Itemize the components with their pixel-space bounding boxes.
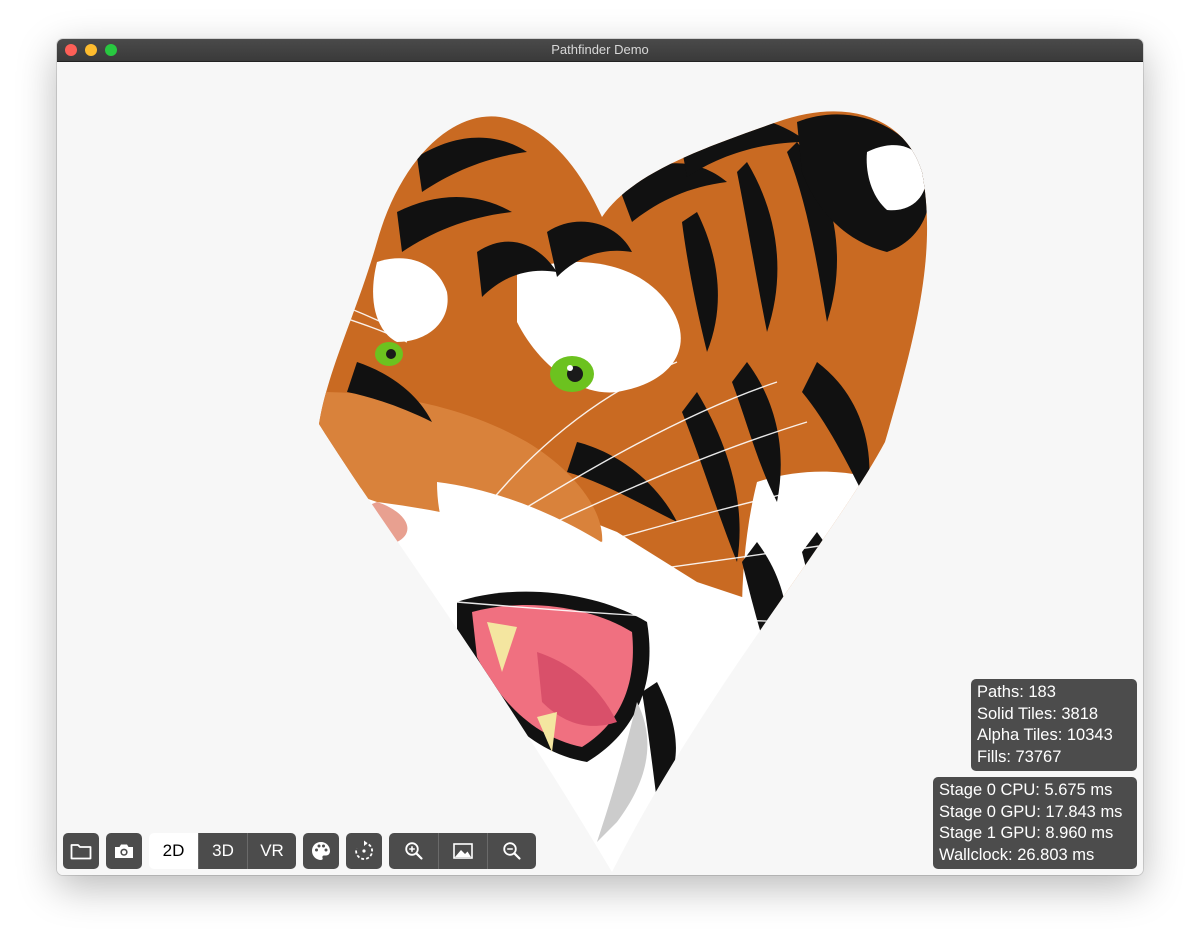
- stat-stage1-gpu: Stage 1 GPU: 8.960 ms: [939, 824, 1114, 842]
- app-window: Pathfinder Demo 2D 3D VR Paths: 183 Soli…: [57, 39, 1143, 875]
- zoom-out-icon: [503, 842, 521, 860]
- zoom-in-button[interactable]: [389, 833, 438, 869]
- zoom-in-icon: [404, 842, 423, 860]
- open-file-button[interactable]: [63, 833, 99, 869]
- palette-icon: [312, 842, 330, 860]
- tab-3d-label: 3D: [212, 841, 234, 860]
- render-canvas[interactable]: 2D 3D VR Paths: 183 Solid Tiles: 3818 Al…: [57, 62, 1143, 875]
- zoom-button-group: [389, 833, 536, 869]
- stat-wallclock: Wallclock: 26.803 ms: [939, 845, 1095, 864]
- tab-vr-label: VR: [260, 841, 284, 860]
- actual-size-button[interactable]: [438, 833, 487, 869]
- background-color-button[interactable]: [303, 833, 339, 869]
- tab-3d[interactable]: 3D: [198, 833, 247, 869]
- stat-solid-tiles: Solid Tiles: 3818: [977, 704, 1099, 723]
- scene-stats-panel: Paths: 183 Solid Tiles: 3818 Alpha Tiles…: [971, 679, 1137, 771]
- window-title: Pathfinder Demo: [551, 42, 649, 57]
- title-bar[interactable]: Pathfinder Demo: [57, 39, 1143, 62]
- timing-stats-panel: Stage 0 CPU: 5.675 ms Stage 0 GPU: 17.84…: [933, 777, 1137, 869]
- screenshot-button[interactable]: [106, 833, 142, 869]
- mode-tab-group: 2D 3D VR: [149, 833, 296, 869]
- rotate-icon: [355, 840, 373, 860]
- camera-icon: [115, 844, 133, 858]
- tab-vr[interactable]: VR: [247, 833, 296, 869]
- stat-paths: Paths: 183: [977, 683, 1056, 701]
- rotate-button[interactable]: [346, 833, 382, 869]
- stat-stage0-gpu: Stage 0 GPU: 17.843 ms: [939, 802, 1123, 821]
- tab-2d-label: 2D: [162, 841, 185, 860]
- image-icon: [453, 843, 473, 859]
- stat-alpha-tiles: Alpha Tiles: 10343: [977, 726, 1113, 744]
- tab-2d[interactable]: 2D: [149, 833, 198, 869]
- folder-icon: [70, 844, 92, 860]
- stat-fills: Fills: 73767: [977, 747, 1062, 766]
- zoom-out-button[interactable]: [487, 833, 536, 869]
- stat-stage0-cpu: Stage 0 CPU: 5.675 ms: [939, 781, 1113, 799]
